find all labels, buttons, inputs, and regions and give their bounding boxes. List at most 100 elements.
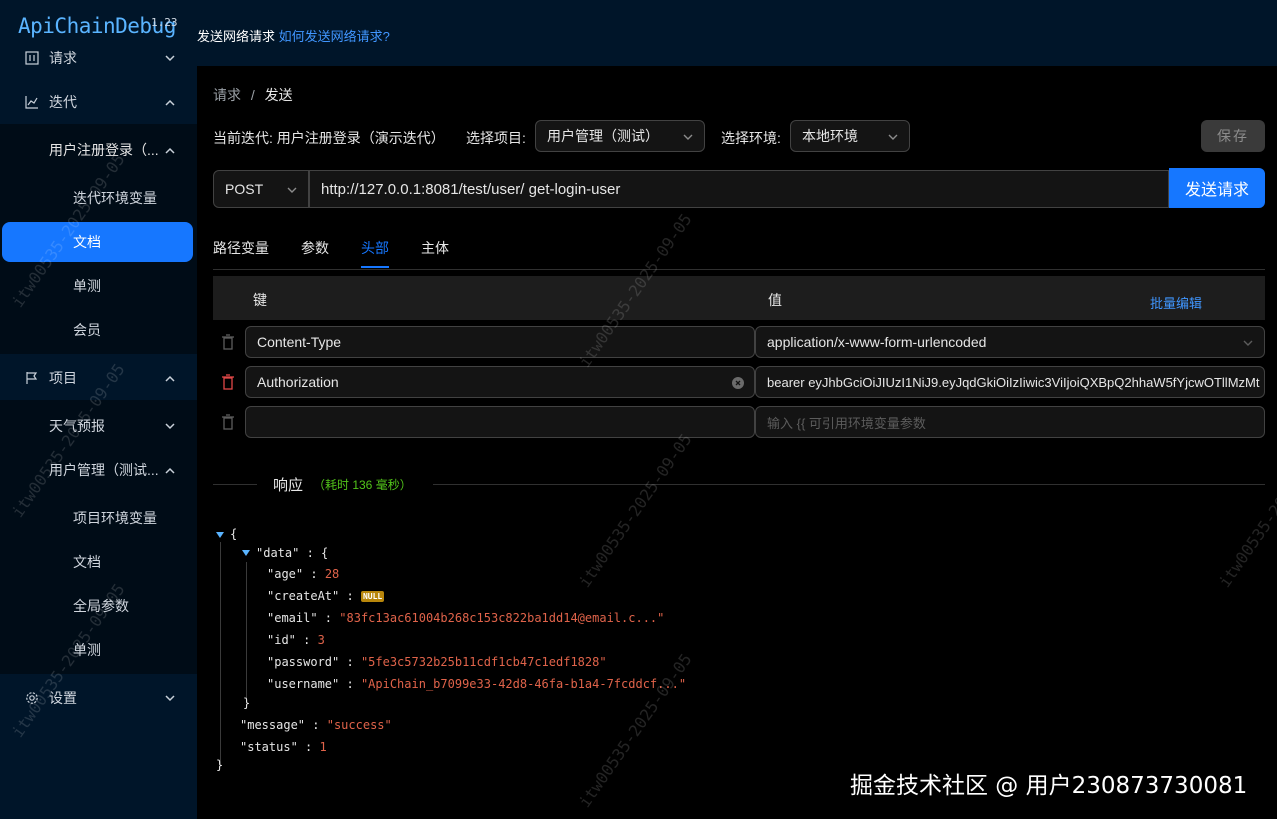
sidebar-item-label: 全局参数 (73, 598, 129, 614)
tab-path-variables[interactable]: 路径变量 (213, 238, 269, 258)
header-value-text: application/x-www-form-urlencoded (767, 334, 987, 350)
sidebar-item-label: 请求 (49, 50, 77, 66)
sidebar-item-label: 文档 (73, 234, 101, 250)
trash-icon[interactable] (221, 334, 235, 350)
request-icon (24, 50, 40, 66)
sidebar-item-label: 项目 (49, 370, 77, 386)
response-title: 响应 (273, 477, 304, 494)
sidebar-item-settings[interactable]: 设置 (0, 676, 197, 720)
env-select-value: 本地环境 (802, 128, 858, 144)
header-value-input[interactable]: bearer eyJhbGciOiJIUzI1NiJ9.eyJqdGkiOiIz… (755, 366, 1265, 398)
top-header: 发送网络请求 如何发送网络请求? (197, 0, 1277, 66)
sidebar-item-iteration-user-login[interactable]: 用户注册登录（... (0, 128, 197, 172)
sidebar: ApiChainDebug 1.23 请求 迭代 用户注册登录（... 迭代环境… (0, 0, 197, 819)
sidebar-item-project-unit-test[interactable]: 单测 (0, 628, 197, 672)
json-guide-line (246, 562, 247, 698)
main-content: 请求 / 发送 当前迭代: 用户注册登录（演示迭代） 选择项目: 用户管理（测试… (197, 66, 1277, 819)
json-row-age: "age" : 28 (267, 567, 340, 581)
sidebar-item-label: 单测 (73, 278, 101, 294)
breadcrumb-separator: / (250, 87, 255, 103)
chevron-up-icon (163, 95, 177, 109)
column-key: 键 (253, 292, 267, 308)
collapse-icon[interactable] (242, 550, 250, 556)
breadcrumb-current: 发送 (264, 87, 293, 103)
sidebar-item-iteration-member[interactable]: 会员 (0, 308, 197, 352)
chevron-down-icon (682, 130, 694, 142)
tab-params[interactable]: 参数 (301, 238, 329, 258)
sidebar-item-label: 迭代 (49, 94, 77, 110)
trash-icon[interactable] (221, 374, 235, 390)
chevron-down-icon (163, 419, 177, 433)
collapse-icon[interactable] (216, 532, 224, 538)
chevron-down-icon (1242, 336, 1254, 352)
response-divider (213, 484, 257, 485)
header-key-input[interactable]: Authorization (245, 366, 755, 398)
env-select[interactable]: 本地环境 (790, 120, 910, 152)
method-select[interactable]: POST (213, 170, 309, 208)
sidebar-item-label: 用户管理（测试... (49, 462, 159, 478)
json-value: "success" (326, 718, 392, 732)
json-value: 28 (324, 567, 340, 581)
tab-headers[interactable]: 头部 (361, 238, 389, 258)
json-value: "83fc13ac61004b268c153c822ba1dd14@email.… (339, 611, 665, 625)
project-select-value: 用户管理（测试） (547, 128, 659, 144)
json-data-close: } (243, 696, 251, 710)
chevron-up-icon (163, 463, 177, 477)
bulk-edit-link[interactable]: 批量编辑 (1150, 293, 1202, 312)
json-value: "5fe3c5732b25b11cdf1cb47c1edf1828" (360, 655, 607, 669)
sidebar-item-project-env-vars[interactable]: 项目环境变量 (0, 496, 197, 540)
json-key: "age" (267, 567, 304, 581)
chevron-down-icon (887, 130, 899, 142)
sidebar-item-label: 项目环境变量 (73, 510, 157, 526)
method-select-value: POST (225, 181, 264, 197)
tab-body[interactable]: 主体 (421, 238, 449, 258)
sidebar-item-iteration-env-vars[interactable]: 迭代环境变量 (0, 176, 197, 220)
json-value: 1 (319, 740, 327, 754)
sidebar-item-label: 文档 (73, 554, 101, 570)
json-root-close: } (216, 758, 224, 772)
column-value: 值 (768, 292, 782, 308)
header-value-input[interactable]: application/x-www-form-urlencoded (755, 326, 1265, 358)
save-button[interactable]: 保存 (1201, 120, 1265, 152)
header-key-input[interactable] (245, 406, 755, 438)
url-input[interactable]: http://127.0.0.1:8081/test/user/ get-log… (309, 170, 1169, 208)
header-value-input[interactable]: 输入 {{ 可引用环境变量参数 (755, 406, 1265, 438)
project-select-label: 选择项目: (466, 130, 526, 146)
header-key-input[interactable]: Content-Type (245, 326, 755, 358)
sidebar-item-project[interactable]: 项目 (0, 356, 197, 400)
sidebar-item-iteration-docs[interactable]: 文档 (2, 222, 193, 262)
send-request-button[interactable]: 发送请求 (1169, 168, 1265, 208)
clear-icon[interactable] (732, 376, 744, 392)
sidebar-item-project-docs[interactable]: 文档 (0, 540, 197, 584)
breadcrumb-root[interactable]: 请求 (213, 87, 241, 103)
json-row-username: "username" : "ApiChain_b7099e33-42d8-46f… (267, 677, 687, 691)
json-row-password: "password" : "5fe3c5732b25b11cdf1cb47c1e… (267, 655, 607, 669)
sidebar-item-request[interactable]: 请求 (0, 36, 197, 80)
json-value: 3 (317, 633, 325, 647)
chevron-down-icon (286, 183, 298, 195)
header-key-text: Authorization (257, 374, 339, 390)
project-select[interactable]: 用户管理（测试） (535, 120, 705, 152)
chevron-down-icon (163, 51, 177, 65)
help-link[interactable]: 如何发送网络请求? (279, 29, 390, 44)
sidebar-item-iteration[interactable]: 迭代 (0, 80, 197, 124)
gear-icon (24, 690, 40, 706)
sidebar-item-label: 单测 (73, 642, 101, 658)
json-guide-line (220, 542, 221, 764)
json-root-open: { (230, 527, 238, 541)
json-row-id: "id" : 3 (267, 633, 325, 647)
json-key: "status" (240, 740, 298, 754)
response-time: （耗时 136 毫秒） (313, 478, 412, 492)
sidebar-item-project-global-params[interactable]: 全局参数 (0, 584, 197, 628)
sidebar-item-label: 设置 (49, 690, 77, 706)
json-key: "username" (267, 677, 340, 691)
sidebar-item-project-weather[interactable]: 天气预报 (0, 404, 197, 448)
trash-icon[interactable] (221, 414, 235, 430)
chart-line-icon (24, 94, 40, 110)
sidebar-item-label: 会员 (73, 322, 101, 338)
sidebar-item-iteration-unit-test[interactable]: 单测 (0, 264, 197, 308)
chevron-down-icon (163, 691, 177, 705)
json-key: "password" (267, 655, 340, 669)
sidebar-item-project-user-mgmt[interactable]: 用户管理（测试... (0, 448, 197, 492)
json-row-email: "email" : "83fc13ac61004b268c153c822ba1d… (267, 611, 665, 625)
